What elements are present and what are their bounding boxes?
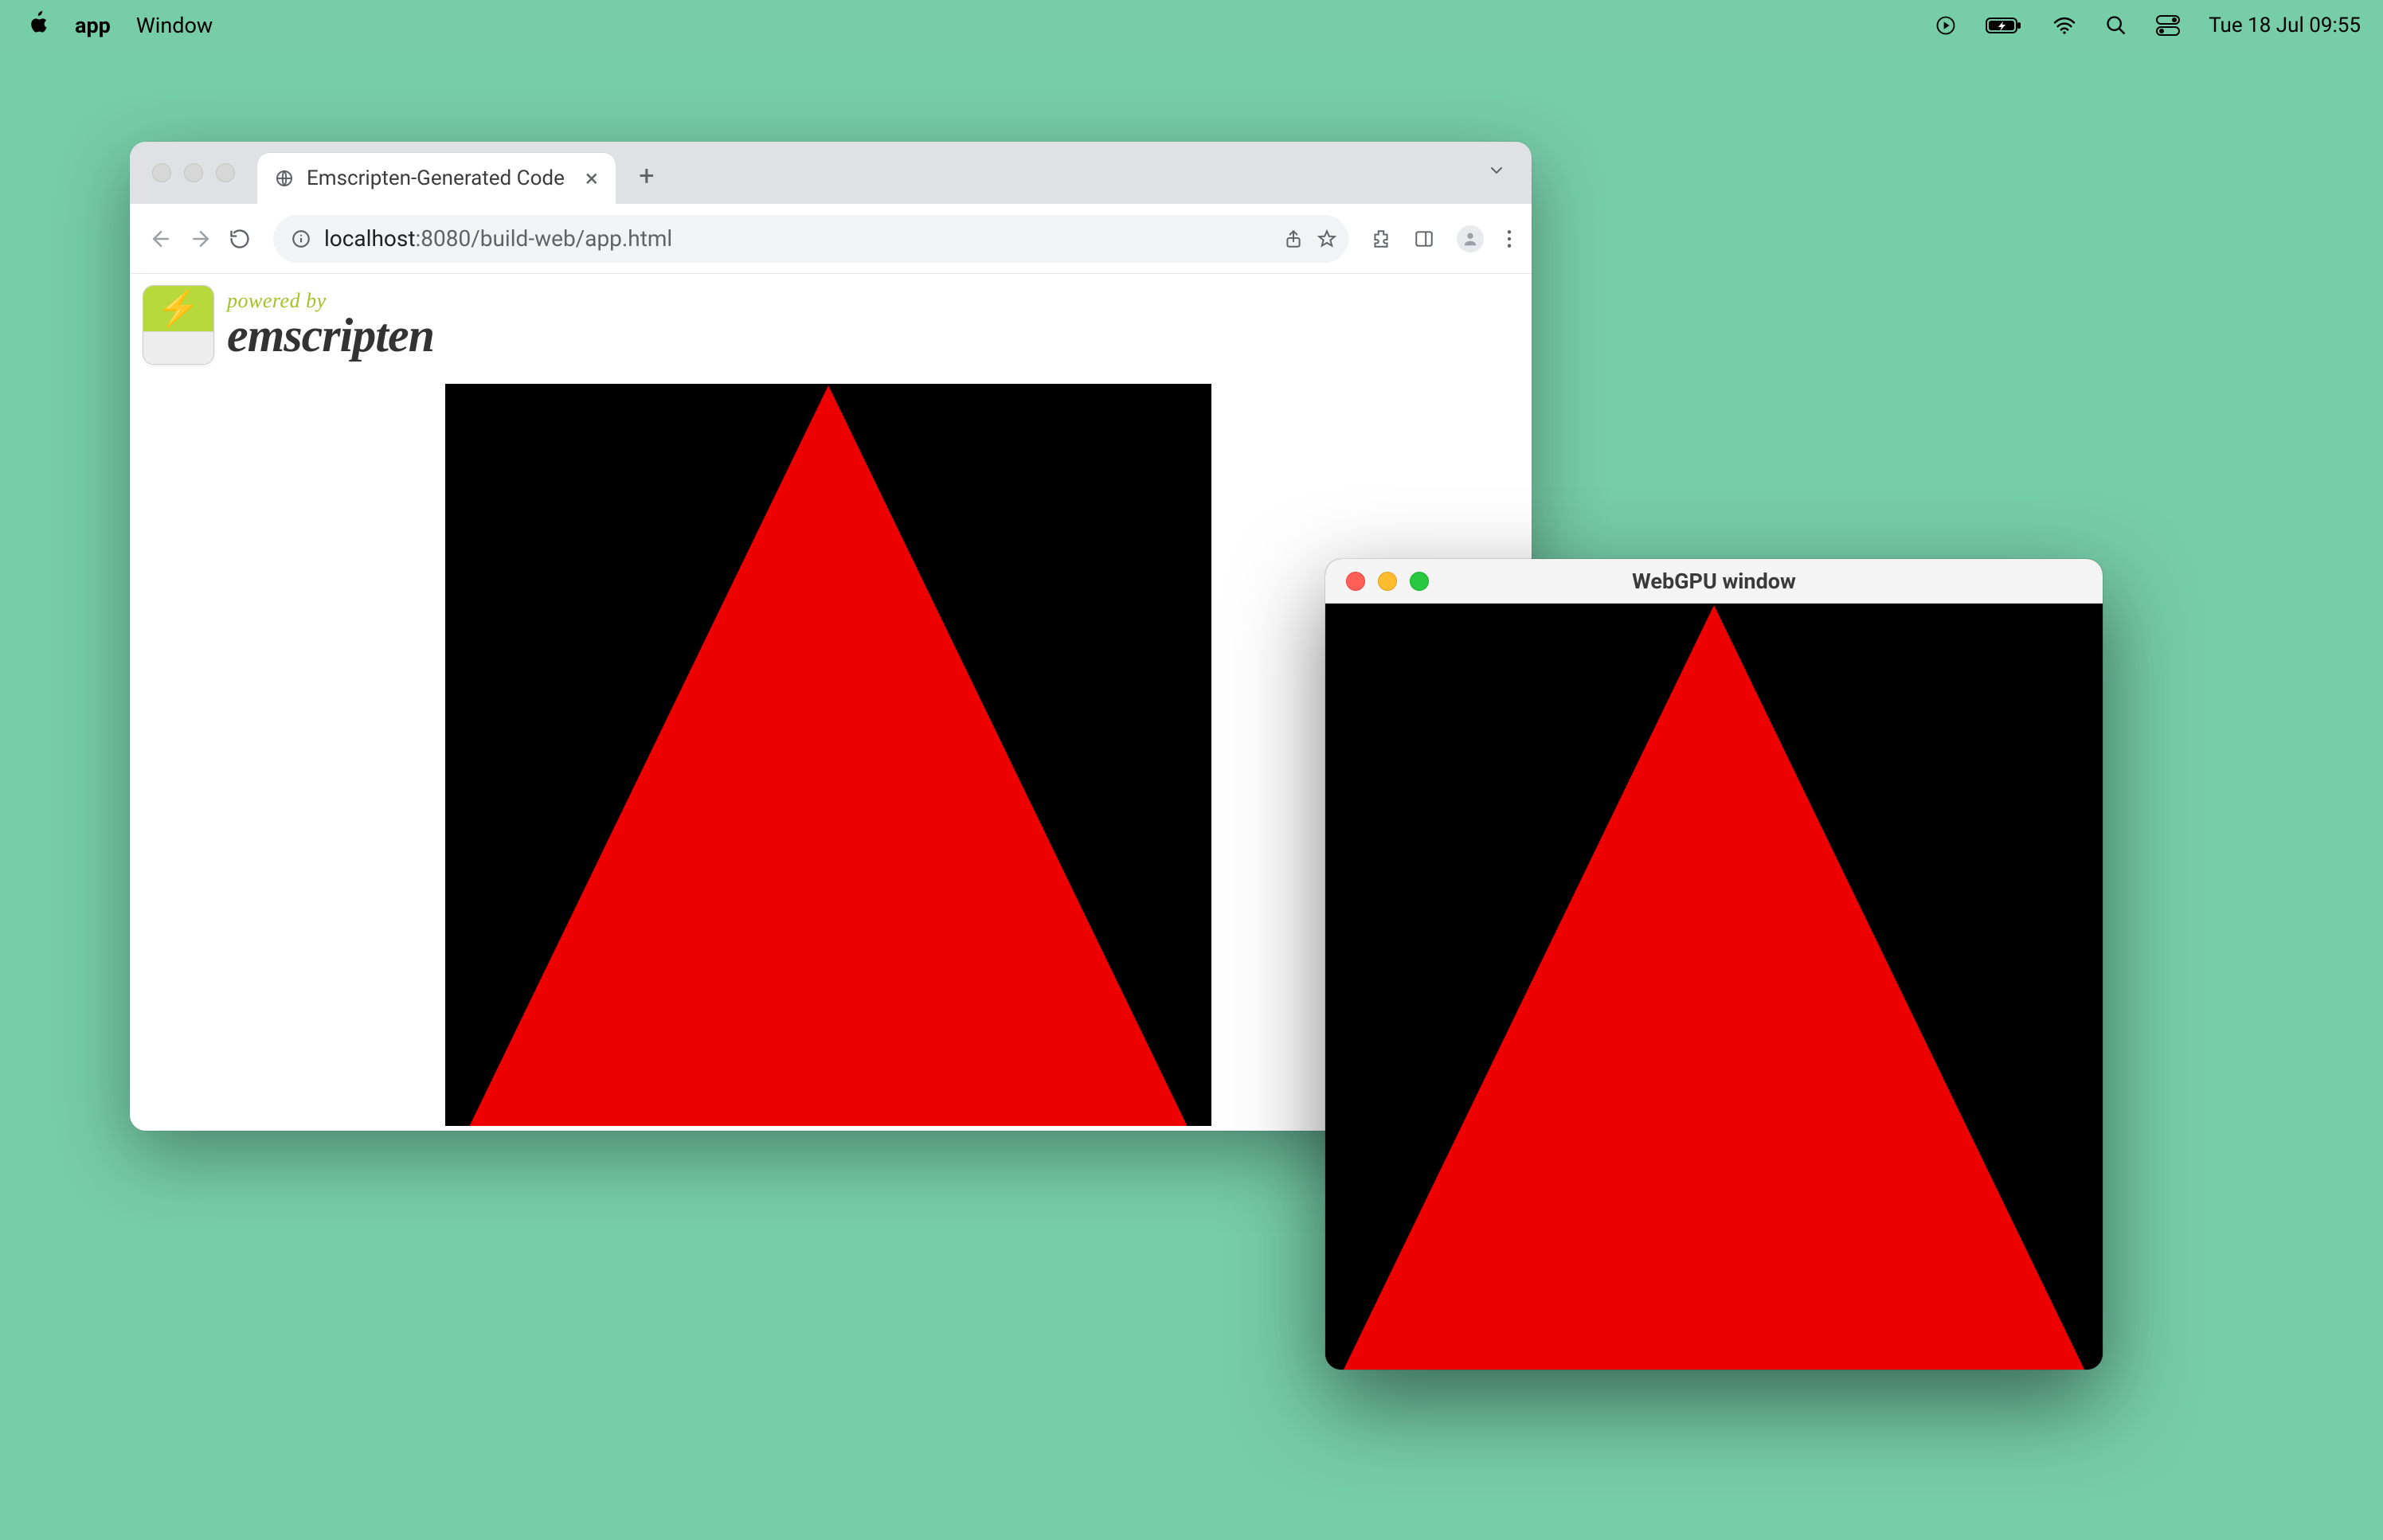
native-canvas[interactable] bbox=[1325, 604, 2103, 1370]
chrome-window: Emscripten-Generated Code × + localhost:… bbox=[130, 142, 1532, 1131]
close-tab-icon[interactable]: × bbox=[585, 165, 598, 193]
menubar-clock[interactable]: Tue 18 Jul 09:55 bbox=[2209, 14, 2361, 37]
tab-strip: Emscripten-Generated Code × + bbox=[130, 142, 1532, 204]
emscripten-badge: ⚡ powered by emscripten bbox=[143, 285, 1519, 365]
site-info-icon[interactable] bbox=[291, 229, 311, 249]
window-traffic-lights bbox=[152, 163, 235, 182]
toolbar-right bbox=[1371, 225, 1512, 252]
native-close-button[interactable] bbox=[1346, 572, 1365, 591]
browser-tab[interactable]: Emscripten-Generated Code × bbox=[257, 153, 616, 204]
extensions-icon[interactable] bbox=[1371, 229, 1391, 249]
native-window-title: WebGPU window bbox=[1325, 569, 2103, 594]
url-host: localhost bbox=[324, 225, 415, 252]
emscripten-text: powered by emscripten bbox=[227, 291, 434, 359]
url-text: localhost:8080/build-web/app.html bbox=[324, 225, 672, 252]
url-path: :8080/build-web/app.html bbox=[415, 225, 672, 252]
screen-record-icon[interactable] bbox=[1935, 14, 1957, 37]
reload-icon[interactable] bbox=[229, 228, 251, 250]
red-triangle bbox=[458, 385, 1199, 1126]
macos-menubar: app Window Tue 18 Jul 09:55 bbox=[0, 0, 2383, 51]
traffic-light-minimize[interactable] bbox=[184, 163, 203, 182]
apple-logo-icon[interactable] bbox=[25, 9, 49, 42]
native-window: WebGPU window bbox=[1325, 559, 2103, 1370]
share-icon[interactable] bbox=[1283, 229, 1304, 249]
control-center-icon[interactable] bbox=[2156, 15, 2180, 36]
battery-icon[interactable] bbox=[1986, 16, 2024, 35]
kebab-menu-icon[interactable] bbox=[1506, 229, 1512, 249]
page-content: ⚡ powered by emscripten bbox=[130, 274, 1532, 1131]
profile-icon[interactable] bbox=[1457, 225, 1484, 252]
emscripten-logo-icon: ⚡ bbox=[143, 285, 214, 365]
bookmark-icon[interactable] bbox=[1317, 229, 1337, 249]
emscripten-name: emscripten bbox=[227, 311, 434, 359]
new-tab-button[interactable]: + bbox=[627, 156, 667, 196]
spotlight-icon[interactable] bbox=[2105, 14, 2127, 37]
globe-icon bbox=[275, 169, 294, 188]
menubar-left: app Window bbox=[25, 9, 213, 42]
native-traffic-lights bbox=[1346, 572, 1429, 591]
url-bar[interactable]: localhost:8080/build-web/app.html bbox=[273, 215, 1348, 263]
wifi-icon[interactable] bbox=[2052, 16, 2076, 35]
red-triangle bbox=[1343, 605, 2085, 1370]
native-zoom-button[interactable] bbox=[1410, 572, 1429, 591]
tab-search-icon[interactable] bbox=[1487, 161, 1506, 180]
menubar-item-window[interactable]: Window bbox=[136, 13, 213, 38]
back-icon[interactable] bbox=[149, 227, 173, 251]
traffic-light-zoom[interactable] bbox=[216, 163, 235, 182]
tab-title: Emscripten-Generated Code bbox=[307, 166, 565, 190]
native-minimize-button[interactable] bbox=[1378, 572, 1397, 591]
side-panel-icon[interactable] bbox=[1414, 229, 1434, 249]
browser-toolbar: localhost:8080/build-web/app.html bbox=[130, 204, 1532, 274]
menubar-app-name[interactable]: app bbox=[75, 13, 111, 38]
forward-icon[interactable] bbox=[189, 227, 213, 251]
menubar-right: Tue 18 Jul 09:55 bbox=[1935, 14, 2361, 37]
web-canvas[interactable] bbox=[445, 384, 1211, 1126]
native-titlebar[interactable]: WebGPU window bbox=[1325, 559, 2103, 604]
traffic-light-close[interactable] bbox=[152, 163, 171, 182]
